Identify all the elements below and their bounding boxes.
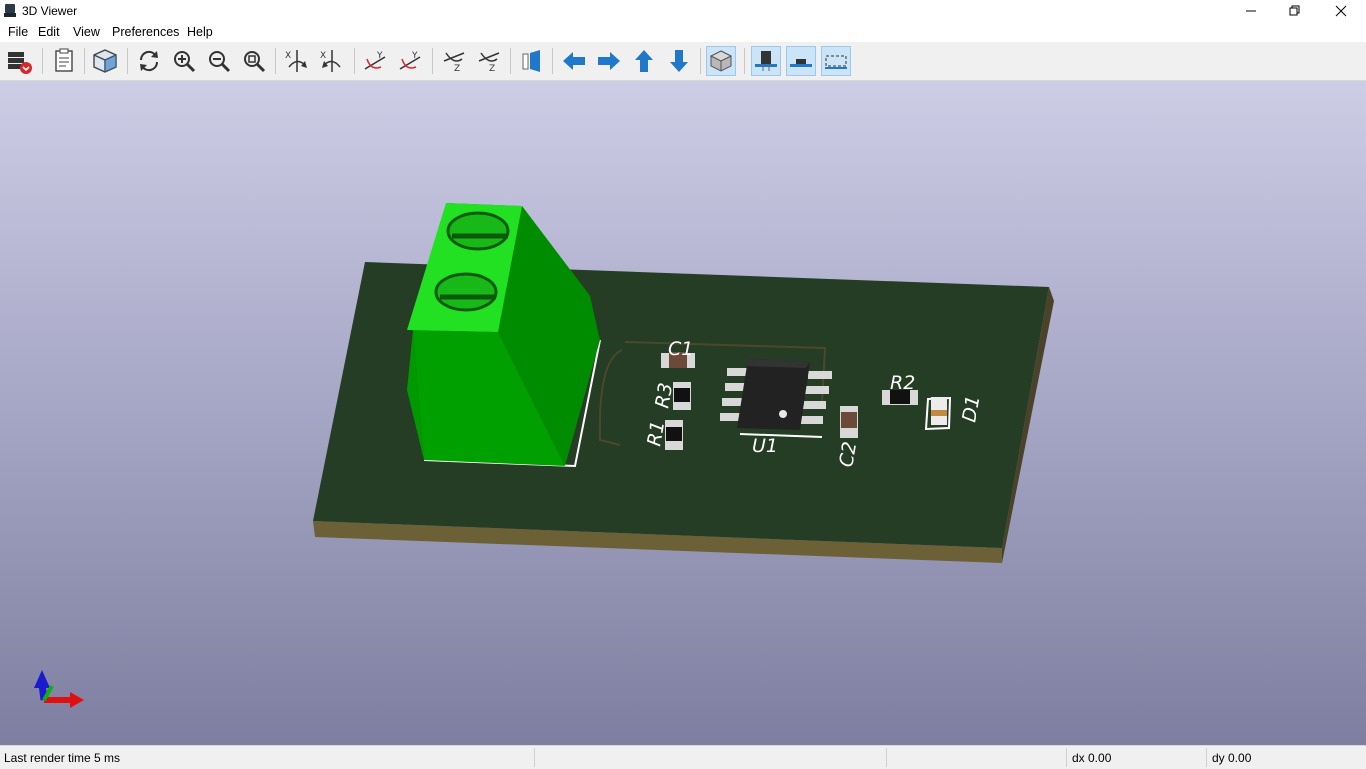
rotate-x-ccw-button[interactable]: X: [317, 46, 347, 76]
copy-to-clipboard-button[interactable]: [48, 46, 78, 76]
render-time-status: Last render time 5 ms: [4, 751, 121, 765]
svg-text:Z: Z: [489, 64, 495, 74]
move-right-button[interactable]: [594, 46, 624, 76]
menu-help[interactable]: Help: [187, 25, 213, 39]
show-through-hole-button[interactable]: [751, 46, 781, 76]
app-icon: [4, 4, 16, 17]
zoom-in-icon: [174, 51, 196, 73]
ref-c2: C2: [835, 440, 861, 469]
screw-terminal[interactable]: [407, 203, 600, 466]
restore-button[interactable]: [1272, 0, 1318, 22]
rotate-y-cw-button[interactable]: Y: [360, 46, 390, 76]
ref-r2: R2: [890, 372, 915, 394]
move-down-icon: [670, 50, 688, 72]
restore-icon: [1289, 5, 1300, 16]
show-through-hole-icon: [755, 51, 777, 71]
ref-c1: C1: [668, 338, 693, 360]
toolbar: X X Y Y Z Z: [0, 42, 1366, 81]
rotate-y-ccw-button[interactable]: Y: [395, 46, 425, 76]
redraw-icon: [139, 50, 159, 72]
reload-board-button[interactable]: [4, 46, 34, 76]
zoom-fit-button[interactable]: [239, 46, 269, 76]
close-icon: [1335, 5, 1347, 17]
svg-text:X: X: [320, 51, 326, 61]
orthographic-button[interactable]: [706, 46, 736, 76]
redraw-button[interactable]: [134, 46, 164, 76]
axis-gizmo: [34, 670, 84, 708]
menu-edit[interactable]: Edit: [38, 25, 60, 39]
zoom-in-button[interactable]: [169, 46, 199, 76]
reload-board-icon: [8, 52, 32, 74]
move-up-button[interactable]: [629, 46, 659, 76]
title-bar: 3D Viewer: [0, 0, 1366, 22]
menu-bar: File Edit View Preferences Help: [0, 22, 1366, 42]
window-title: 3D Viewer: [22, 4, 78, 18]
flip-board-button[interactable]: [516, 46, 546, 76]
rotate-z-ccw-icon: Z: [478, 52, 500, 74]
rotate-x-ccw-icon: X: [320, 50, 341, 72]
view-3d-icon: [93, 49, 117, 73]
svg-text:Z: Z: [454, 64, 460, 74]
minimize-button[interactable]: [1228, 0, 1274, 22]
flip-board-icon: [522, 50, 540, 72]
dx-status: dx 0.00: [1072, 751, 1112, 765]
move-right-icon: [598, 52, 620, 70]
rotate-z-cw-button[interactable]: Z: [439, 46, 469, 76]
rotate-z-ccw-button[interactable]: Z: [474, 46, 504, 76]
rotate-y-ccw-icon: Y: [399, 51, 421, 70]
zoom-fit-icon: [244, 51, 266, 73]
ref-r3: R3: [651, 381, 677, 410]
rotate-x-cw-icon: X: [285, 50, 307, 72]
zoom-out-button[interactable]: [204, 46, 234, 76]
move-down-button[interactable]: [664, 46, 694, 76]
menu-preferences[interactable]: Preferences: [112, 25, 179, 39]
move-left-button[interactable]: [559, 46, 589, 76]
rotate-x-cw-button[interactable]: X: [282, 46, 312, 76]
show-smd-button[interactable]: [786, 46, 816, 76]
move-left-icon: [563, 52, 585, 70]
ref-d1: D1: [958, 394, 984, 424]
menu-view[interactable]: View: [73, 25, 100, 39]
ref-u1: U1: [752, 435, 778, 457]
rotate-y-cw-icon: Y: [364, 51, 386, 70]
view-3d-button[interactable]: [90, 46, 120, 76]
minimize-icon: [1246, 10, 1256, 12]
rotate-z-cw-icon: Z: [443, 52, 465, 74]
menu-file[interactable]: File: [8, 25, 28, 39]
move-up-icon: [635, 50, 653, 72]
capacitor-c2[interactable]: [840, 406, 858, 438]
status-bar: Last render time 5 ms dx 0.00 dy 0.00: [0, 745, 1366, 769]
3d-viewport[interactable]: C1 R3 R1 U1 C2 R2 D1: [0, 81, 1366, 745]
close-button[interactable]: [1318, 0, 1364, 22]
pcb-3d-scene[interactable]: C1 R3 R1 U1 C2 R2 D1: [0, 81, 1366, 745]
show-smd-icon: [790, 59, 812, 67]
zoom-out-icon: [209, 51, 231, 73]
svg-text:X: X: [285, 51, 291, 61]
copy-to-clipboard-icon: [55, 48, 73, 72]
orthographic-icon: [709, 50, 733, 72]
ref-r1: R1: [643, 419, 669, 448]
dy-status: dy 0.00: [1212, 751, 1252, 765]
show-virtual-button[interactable]: [821, 46, 851, 76]
show-virtual-icon: [825, 55, 847, 69]
